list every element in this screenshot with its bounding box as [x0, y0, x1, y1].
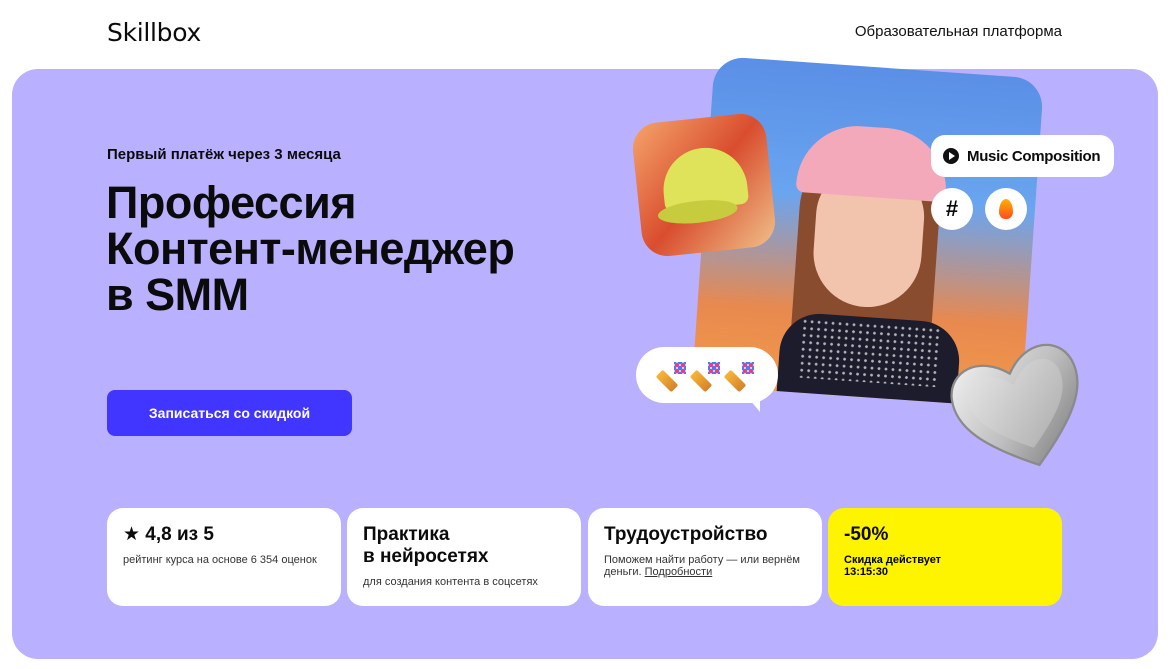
employment-text: Поможем найти работу — или вернём деньги… [604, 554, 806, 578]
fire-icon [999, 199, 1013, 219]
discount-timer: 13:15:30 [844, 566, 889, 578]
music-composition-chip: Music Composition [931, 135, 1115, 177]
discount-text: Скидка действует 13:15:30 [844, 554, 1046, 578]
practice-title-line-1: Практика [363, 524, 450, 545]
play-icon [943, 148, 959, 164]
cap-image-tile [630, 111, 778, 259]
party-popper-icon [726, 360, 756, 390]
details-link[interactable]: Подробности [645, 566, 713, 578]
fire-icon-chip [985, 188, 1027, 230]
page-title: Профессия Контент-менеджер в SMM [106, 180, 626, 318]
logo[interactable]: Skillbox [107, 18, 201, 47]
practice-card: Практика в нейросетях для создания конте… [347, 508, 581, 606]
party-popper-icon [658, 360, 688, 390]
practice-title-line-2: в нейросетях [363, 546, 489, 567]
discount-card: -50% Скидка действует 13:15:30 [828, 508, 1062, 606]
hash-icon: # [931, 188, 973, 230]
pink-cap-shape [795, 122, 951, 203]
discount-title: -50% [844, 524, 889, 545]
title-line-3: в SMM [106, 269, 249, 320]
discount-label: Скидка действует [844, 554, 942, 566]
platform-link[interactable]: Образовательная платформа [855, 23, 1062, 40]
header: Skillbox Образовательная платформа [0, 0, 1176, 66]
music-label: Music Composition [967, 147, 1101, 165]
party-popper-icon [692, 360, 722, 390]
party-speech-bubble [636, 347, 778, 412]
employment-card: Трудоустройство Поможем найти работу — и… [588, 508, 822, 606]
rating-card: ★ 4,8 из 5 рейтинг курса на основе 6 354… [107, 508, 341, 606]
hero-subtitle: Первый платёж через 3 месяца [107, 146, 341, 163]
rating-title: ★ 4,8 из 5 [123, 524, 214, 545]
practice-title: Практика в нейросетях [363, 524, 565, 568]
sparkle-pattern [797, 317, 942, 388]
title-line-2: Контент-менеджер [106, 223, 515, 274]
title-line-1: Профессия [106, 177, 357, 228]
employment-title: Трудоустройство [604, 524, 768, 545]
practice-text: для создания контента в соцсетях [363, 576, 538, 588]
rating-text: рейтинг курса на основе 6 354 оценок [123, 554, 317, 566]
signup-discount-button[interactable]: Записаться со скидкой [107, 390, 352, 436]
